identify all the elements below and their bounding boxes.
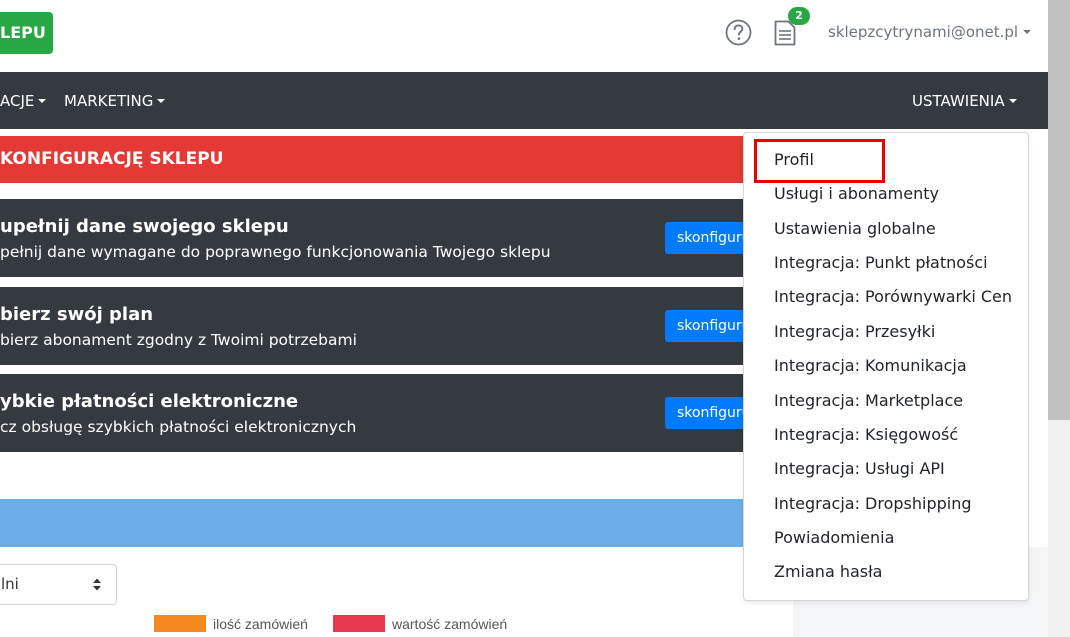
legend-swatch [154,615,206,632]
main-navbar: ACJE MARKETING USTAWIENIA [0,72,1048,129]
menu-item-global-settings[interactable]: Ustawienia globalne [774,219,936,238]
card-title: upełnij dane swojego sklepu [0,216,289,237]
caret-down-icon [38,99,47,103]
menu-item-marketplace[interactable]: Integracja: Marketplace [774,391,963,410]
menu-item-profile[interactable]: Profil [774,150,814,169]
settings-dropdown-menu: Profil Usługi i abonamenty Ustawienia gl… [743,132,1029,601]
config-card: upełnij dane swojego sklepu pełnij dane … [0,199,765,277]
nav-item-acje[interactable]: ACJE [0,92,47,110]
caret-down-icon [157,99,166,103]
menu-item-dropshipping[interactable]: Integracja: Dropshipping [774,494,972,513]
section-header-bar [0,499,793,547]
nav-item-label: ACJE [0,92,35,110]
nav-item-label: USTAWIENIA [912,92,1005,110]
menu-item-api[interactable]: Integracja: Usługi API [774,459,945,478]
nav-item-label: MARKETING [64,92,154,110]
legend-label: ilość zamówień [213,616,308,632]
card-description: pełnij dane wymagane do poprawnego funkc… [0,243,551,261]
period-select[interactable]: lni [0,564,117,605]
menu-item-accounting[interactable]: Integracja: Księgowość [774,425,958,444]
caret-down-icon [1008,99,1017,103]
user-menu[interactable]: sklepzcytrynami@onet.pl [828,23,1032,41]
help-circle-icon[interactable] [725,19,752,46]
caret-down-icon [1023,30,1032,34]
select-arrows-icon [93,578,101,591]
card-description: bierz abonament zgodny z Twoimi potrzeba… [0,331,357,349]
card-title: bierz swój plan [0,304,154,325]
legend-item-orders: ilość zamówień [154,615,308,632]
configuration-banner: KONFIGURACJĘ SKLEPU [0,136,760,183]
notification-badge: 2 [788,7,810,25]
scrollbar-thumb[interactable] [1048,0,1070,420]
nav-item-marketing[interactable]: MARKETING [64,92,166,110]
menu-item-shipping[interactable]: Integracja: Przesyłki [774,322,935,341]
menu-item-payments[interactable]: Integracja: Punkt płatności [774,253,988,272]
card-description: cz obsługę szybkich płatności elektronic… [0,418,357,436]
nav-item-settings[interactable]: USTAWIENIA [912,92,1017,110]
menu-item-notifications[interactable]: Powiadomienia [774,528,894,547]
top-header: LEPU 2 sklepzcytrynami@onet.pl [0,0,1048,72]
menu-item-communication[interactable]: Integracja: Komunikacja [774,356,967,375]
legend-label: wartość zamówień [392,616,508,632]
config-card: ybkie płatności elektroniczne cz obsługę… [0,374,765,452]
select-value: lni [1,575,19,593]
menu-item-price-comparison[interactable]: Integracja: Porównywarki Cen [774,287,1012,306]
config-card: bierz swój plan bierz abonament zgodny z… [0,287,765,365]
menu-item-change-password[interactable]: Zmiana hasła [774,562,882,581]
legend-item-value: wartość zamówień [333,615,507,632]
card-title: ybkie płatności elektroniczne [0,391,299,412]
shop-button[interactable]: LEPU [0,12,53,54]
menu-item-services[interactable]: Usługi i abonamenty [774,184,939,203]
user-email: sklepzcytrynami@onet.pl [828,23,1019,41]
legend-swatch [333,615,385,632]
